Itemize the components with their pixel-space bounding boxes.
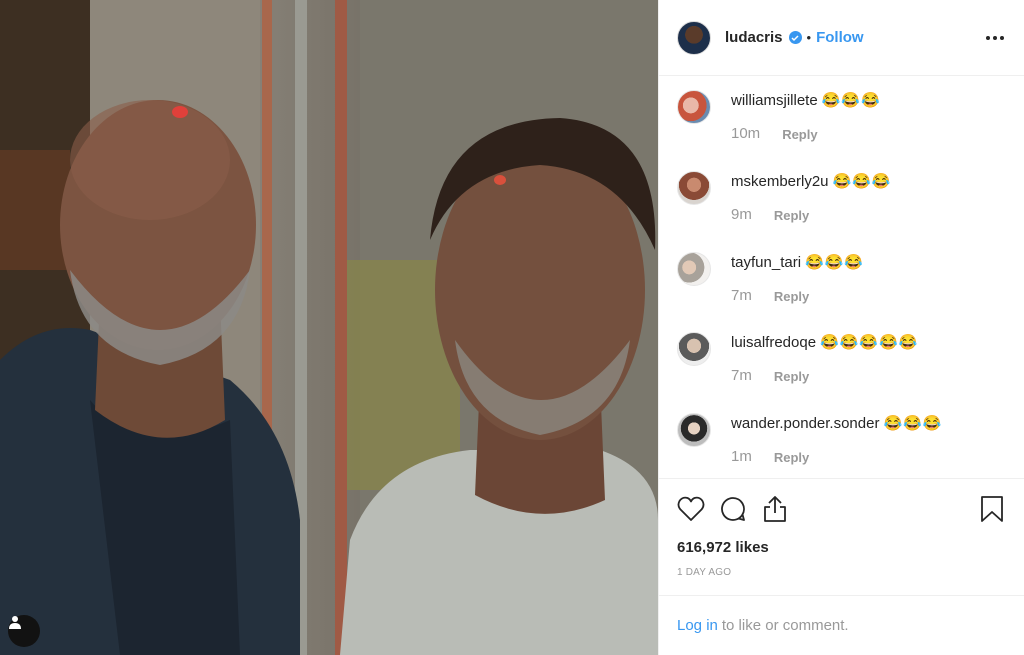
reply-button[interactable]: Reply (774, 450, 809, 465)
heart-icon[interactable] (675, 493, 707, 525)
post-side-panel: ludacris • Follow williamsjillete😂😂😂 10 (658, 0, 1024, 655)
commenter-avatar[interactable] (677, 90, 711, 124)
comment-time: 7m (731, 286, 752, 304)
comment-time: 7m (731, 367, 752, 385)
bookmark-icon[interactable] (976, 493, 1008, 525)
comment-text: 😂😂😂 (883, 415, 943, 433)
share-icon[interactable] (759, 493, 791, 525)
comment-time: 1m (731, 448, 752, 466)
commenter-username[interactable]: williamsjillete (731, 92, 818, 109)
comment-time: 9m (731, 205, 752, 223)
follow-button[interactable]: Follow (816, 29, 864, 46)
comments-list[interactable]: williamsjillete 😂😂😂 10m Reply mskemberly2… (659, 76, 1024, 479)
commenter-avatar[interactable] (677, 413, 711, 448)
separator-dot: • (806, 30, 812, 45)
commenter-username[interactable]: wander.ponder.sonder (731, 415, 879, 432)
instagram-post: ludacris • Follow williamsjillete😂😂😂 10 (0, 0, 1024, 655)
commenter-avatar[interactable] (677, 170, 711, 205)
action-bar (659, 479, 1024, 539)
login-prompt: Log in to like or comment. (659, 595, 1024, 655)
comment-item: luisalfredoqe 😂😂😂😂😂 7m Reply (677, 330, 1006, 411)
commenter-avatar[interactable] (677, 251, 711, 286)
login-prompt-text: to like or comment. (721, 617, 849, 634)
comment-item: wander.ponder.sonder 😂😂😂 1m Reply (677, 411, 1006, 478)
comment-text: 😂😂😂 (832, 172, 892, 190)
comment-text: 😂😂😂😂😂 (820, 334, 919, 352)
reply-button[interactable]: Reply (774, 208, 809, 223)
user-tag-icon (9, 616, 21, 629)
commenter-username[interactable]: tayfun_tari (731, 254, 801, 271)
commenter-username[interactable]: luisalfredoqe (731, 334, 816, 351)
photo-illustration (0, 0, 658, 655)
reply-button[interactable]: Reply (774, 289, 809, 304)
comment-text: 😂😂😂 (821, 92, 881, 109)
author-username[interactable]: ludacris (725, 29, 783, 46)
author-avatar[interactable] (677, 20, 711, 55)
post-photo[interactable] (0, 0, 658, 655)
verified-badge-icon (788, 31, 802, 44)
user-tag-button[interactable] (8, 615, 40, 647)
post-date[interactable]: 1 DAY AGO (659, 567, 1024, 587)
login-link[interactable]: Log in (677, 617, 718, 634)
comment-item: mskemberly2u 😂😂😂 9m Reply (677, 169, 1006, 250)
reply-button[interactable]: Reply (782, 127, 817, 142)
comment-item: tayfun_tari 😂😂😂 7m Reply (677, 250, 1006, 331)
commenter-avatar[interactable] (677, 332, 711, 367)
commenter-username[interactable]: mskemberly2u (731, 173, 829, 190)
reply-button[interactable]: Reply (774, 369, 809, 384)
comment-item: williamsjillete 😂😂😂 10m Reply (677, 88, 1006, 169)
more-options-icon[interactable] (986, 35, 1004, 40)
comment-icon[interactable] (717, 493, 749, 525)
comment-time: 10m (731, 125, 761, 142)
comment-text: 😂😂😂 (805, 253, 865, 271)
post-header: ludacris • Follow (659, 0, 1024, 76)
likes-count[interactable]: 616,972 likes (659, 539, 1024, 561)
